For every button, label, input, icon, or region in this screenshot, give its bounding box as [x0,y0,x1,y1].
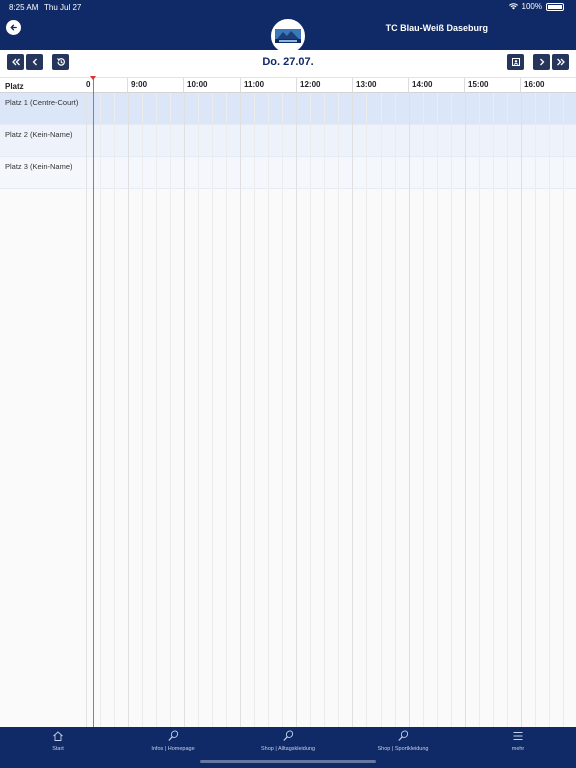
timeline-gridline [128,93,129,727]
tab-infos-homepage[interactable]: Infos | Homepage [123,730,223,752]
partial-hour-label: 0 [86,80,91,89]
tab-label: mehr [511,746,525,752]
timeline-gridline [142,93,143,727]
tennis-racket-icon [283,730,294,741]
timeline-gridline [268,93,269,727]
timeline-gridline [338,93,339,727]
court-label[interactable]: Platz 1 (Centre-Court) [5,98,78,107]
timeline-gridline [381,93,382,727]
timeline-gridline [114,93,115,727]
tab-label: Start [52,746,64,752]
timeline-gridline [395,93,396,727]
timeline-gridline [507,93,508,727]
timeline-gridline [352,93,353,727]
timeline-gridline [409,93,410,727]
home-icon [53,731,63,741]
timeline-gridline [366,93,367,727]
timeline-gridline [156,93,157,727]
timeline-gridline [240,93,241,727]
tab-label: Infos | Homepage [151,746,195,752]
club-name: TC Blau-Weiß Daseburg [385,23,488,33]
hour-tick [183,78,184,93]
hour-tick [520,78,521,93]
timeline-gridline [535,93,536,727]
user-booking-button[interactable] [507,54,524,70]
hour-tick [127,78,128,93]
current-time-line [93,78,94,727]
chevron-right-icon [539,58,544,66]
hour-label: 10:00 [187,80,208,89]
court-label[interactable]: Platz 3 (Kein-Name) [5,162,73,171]
hour-tick [352,78,353,93]
timeline-gridline [198,93,199,727]
timeline-gridline [549,93,550,727]
tab-label: Shop | Sportkleidung [377,746,429,752]
status-indicators: 100% [508,2,564,11]
timeline-gridline [212,93,213,727]
arrow-left-icon [10,24,17,31]
hour-label: 15:00 [468,80,489,89]
status-time: 8:25 AM [9,3,39,12]
home-indicator [200,760,376,763]
hour-label: 9:00 [131,80,148,89]
status-date: Thu Jul 27 [44,3,82,12]
timeline-gridline [310,93,311,727]
hour-label: 13:00 [356,80,377,89]
menu-icon [513,732,523,740]
tab-mehr[interactable]: mehr [468,730,568,752]
tab-label: Shop | Alltagskleidung [260,746,316,752]
timeline-gridline [100,93,101,727]
current-date: Do. 27.07. [262,56,314,68]
next-week-button[interactable] [552,54,569,70]
tab-start[interactable]: Start [8,730,108,752]
court-label-column [0,93,87,727]
double-chevron-right-icon [556,58,565,66]
timeline-gridline [184,93,185,727]
timeline-gridline [423,93,424,727]
club-logo [271,19,305,53]
tennis-racket-icon [168,730,179,741]
timeline-gridline [521,93,522,727]
next-day-button[interactable] [533,54,550,70]
hour-tick [408,78,409,93]
timeline-gridline [296,93,297,727]
timeline-gridline [465,93,466,727]
timeline-gridline [282,93,283,727]
wifi-icon [508,3,518,10]
timeline-gridline [170,93,171,727]
back-button[interactable] [6,20,21,35]
tab-shop-sportkleidung[interactable]: Shop | Sportkleidung [353,730,453,752]
hour-tick [240,78,241,93]
timeline-gridline [254,93,255,727]
timeline-gridline [493,93,494,727]
contact-card-icon [511,58,520,66]
hour-tick [296,78,297,93]
court-label[interactable]: Platz 2 (Kein-Name) [5,130,73,139]
timeline-gridline [324,93,325,727]
court-column-header: Platz [5,82,24,91]
timeline-gridline [226,93,227,727]
hour-label: 14:00 [412,80,433,89]
hour-tick [464,78,465,93]
hour-label: 16:00 [524,80,545,89]
battery-percent: 100% [521,2,542,11]
tennis-racket-icon [398,730,409,741]
timeline-gridline [451,93,452,727]
timeline-gridline [437,93,438,727]
tab-shop-alltagskleidung[interactable]: Shop | Alltagskleidung [238,730,338,752]
current-time-marker [90,76,96,80]
hour-label: 12:00 [300,80,321,89]
timeline-gridline [563,93,564,727]
battery-icon [546,2,564,11]
timeline-gridline [479,93,480,727]
hour-label: 11:00 [244,80,265,89]
